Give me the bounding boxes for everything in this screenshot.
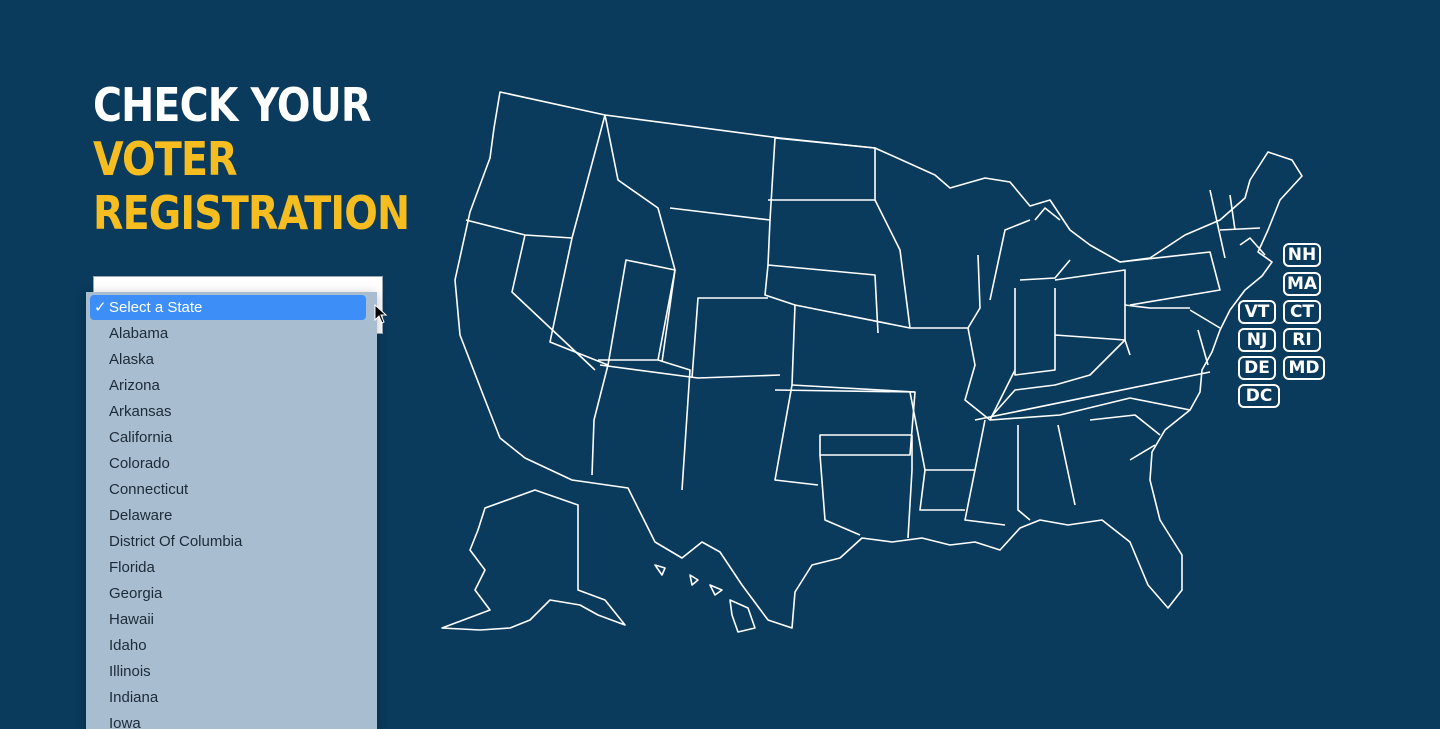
state-option[interactable]: Arizona [109,373,160,399]
state-button-dc[interactable]: DC [1238,384,1280,408]
alaska-outline [441,489,626,631]
state-option[interactable]: Delaware [109,503,172,529]
state-option[interactable]: Idaho [109,633,147,659]
state-option[interactable]: Connecticut [109,477,188,503]
state-option[interactable]: Florida [109,555,155,581]
check-icon: ✓ [94,299,107,316]
us-states-map[interactable] [430,80,1330,640]
mouse-cursor-icon [374,304,388,324]
state-option[interactable]: Alabama [109,321,168,347]
state-button-de[interactable]: DE [1238,356,1276,380]
state-button-nj[interactable]: NJ [1238,328,1276,352]
state-option[interactable]: Hawaii [109,607,154,633]
state-option[interactable]: Arkansas [109,399,172,425]
state-option[interactable]: Colorado [109,451,170,477]
state-button-ma[interactable]: MA [1283,272,1321,296]
title-line-3: Registration [93,186,410,240]
state-option[interactable]: Iowa [109,711,141,729]
state-option[interactable]: Alaska [109,347,154,373]
page-title: Check your Voter Registration [93,78,410,240]
state-button-md[interactable]: MD [1283,356,1325,380]
state-dropdown-list[interactable]: ✓ Select a State Alabama Alaska Arizona A… [86,292,377,729]
hawaii-outline [654,564,756,633]
title-line-1: Check your [93,78,371,132]
state-option[interactable]: District Of Columbia [109,529,242,555]
state-button-ri[interactable]: RI [1283,328,1321,352]
state-button-vt[interactable]: VT [1238,300,1276,324]
us-outline [454,91,1303,629]
state-button-ct[interactable]: CT [1283,300,1321,324]
state-option[interactable]: Illinois [109,659,151,685]
title-line-2: Voter [93,132,238,186]
state-button-nh[interactable]: NH [1283,243,1321,267]
state-option[interactable]: California [109,425,172,451]
state-option[interactable]: Indiana [109,685,158,711]
state-option[interactable]: Georgia [109,581,162,607]
state-option-selected[interactable]: ✓ Select a State [90,295,366,320]
